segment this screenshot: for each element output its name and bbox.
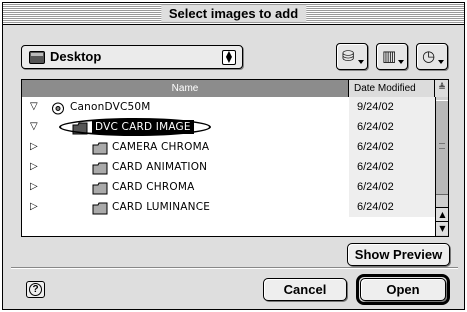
vertical-scrollbar[interactable]: ▲ ▼ (435, 97, 448, 236)
volumes-button[interactable]: ⛁ (336, 43, 368, 70)
scroll-thumb[interactable] (436, 100, 448, 195)
dialog-window: Select images to add Desktop ▲ ▼ ⛁ ▥ ◷ Na… (2, 2, 465, 310)
highlight-oval (59, 118, 211, 136)
date-cell: 6/24/02 (349, 197, 435, 217)
folder-icon (92, 140, 108, 155)
favorites-book-icon: ▥ (382, 47, 397, 65)
help-button[interactable]: ? (26, 281, 45, 298)
date-cell: 6/24/02 (349, 157, 435, 177)
name-cell: ▽ DVC CARD IMAGE (22, 117, 349, 137)
list-item[interactable]: ▷ CARD CHROMA 6/24/02 (22, 177, 435, 197)
window-title: Select images to add (160, 5, 307, 22)
disclosure-triangle-icon[interactable]: ▷ (30, 142, 38, 152)
popup-arrows-icon: ▲ ▼ (222, 50, 236, 65)
column-header-date[interactable]: Date Modified (349, 80, 435, 97)
disclosure-triangle-icon[interactable]: ▷ (30, 202, 38, 212)
file-name: CARD ANIMATION (112, 161, 208, 173)
date-cell: 9/24/02 (349, 97, 435, 117)
list-item[interactable]: ▽ DVC CARD IMAGE 6/24/02 (22, 117, 435, 137)
name-cell: ▷ CARD CHROMA (22, 177, 349, 197)
camera-volume-icon (50, 100, 66, 115)
column-header-name[interactable]: Name (22, 80, 349, 97)
title-bar[interactable]: Select images to add (3, 3, 464, 25)
list-item[interactable]: ▷ CARD LUMINANCE 6/24/02 (22, 197, 435, 217)
disk-volume-icon: ⛁ (342, 47, 355, 65)
recent-clock-icon: ◷ (422, 47, 436, 65)
show-preview-button[interactable]: Show Preview (347, 243, 450, 266)
file-name: CanonDVC50M (70, 101, 151, 113)
favorites-button[interactable]: ▥ (376, 43, 408, 70)
date-cell: 6/24/02 (349, 137, 435, 157)
list-header: Name Date Modified ≜ (22, 80, 448, 97)
file-name: CARD CHROMA (112, 181, 195, 193)
location-label: Desktop (50, 49, 102, 64)
divider (11, 267, 458, 269)
list-rows: ▽ CanonDVC50M 9/24/02 ▽ DVC CARD IMAGE 6/24/0… (22, 97, 435, 217)
folder-icon (92, 180, 108, 195)
name-cell: ▷ CARD LUMINANCE (22, 197, 349, 217)
sort-direction-icon[interactable]: ≜ (435, 80, 448, 97)
list-item[interactable]: ▽ CanonDVC50M 9/24/02 (22, 97, 435, 117)
disclosure-triangle-icon[interactable]: ▷ (30, 182, 38, 192)
file-list[interactable]: Name Date Modified ≜ ▽ CanonDVC50M 9/24/02… (21, 79, 449, 237)
scroll-down-arrow-icon[interactable]: ▼ (436, 221, 448, 235)
file-name: CARD LUMINANCE (112, 201, 211, 213)
name-cell: ▽ CanonDVC50M (22, 97, 349, 117)
folder-icon (92, 160, 108, 175)
location-popup[interactable]: Desktop ▲ ▼ (21, 45, 243, 69)
recent-button[interactable]: ◷ (416, 43, 448, 70)
name-cell: ▷ CARD ANIMATION (22, 157, 349, 177)
help-icon: ? (29, 283, 42, 296)
disclosure-triangle-icon[interactable]: ▽ (30, 122, 38, 132)
name-cell: ▷ CAMERA CHROMA (22, 137, 349, 157)
disclosure-triangle-icon[interactable]: ▽ (30, 102, 38, 112)
file-name: CAMERA CHROMA (112, 141, 210, 153)
list-item[interactable]: ▷ CAMERA CHROMA 6/24/02 (22, 137, 435, 157)
date-cell: 6/24/02 (349, 117, 435, 137)
open-button[interactable]: Open (360, 278, 446, 301)
date-cell: 6/24/02 (349, 177, 435, 197)
desktop-icon (29, 51, 45, 64)
folder-icon (92, 200, 108, 215)
scroll-up-arrow-icon[interactable]: ▲ (436, 207, 448, 221)
disclosure-triangle-icon[interactable]: ▷ (30, 162, 38, 172)
cancel-button[interactable]: Cancel (263, 278, 347, 301)
list-item[interactable]: ▷ CARD ANIMATION 6/24/02 (22, 157, 435, 177)
